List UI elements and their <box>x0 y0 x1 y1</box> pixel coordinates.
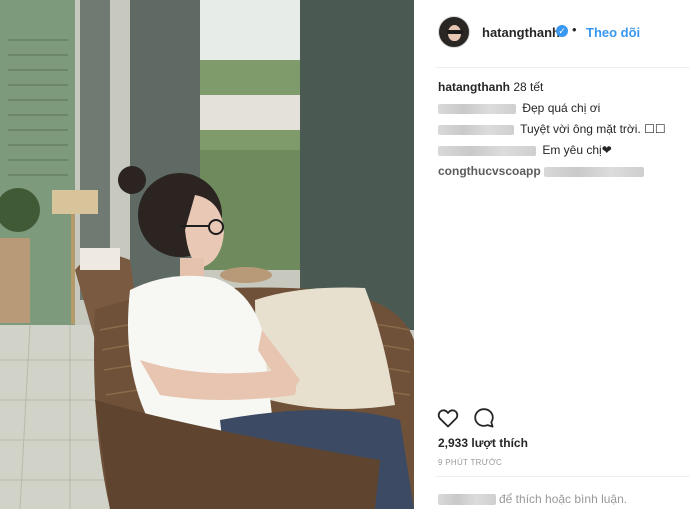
woman-in-wicker-chair-image <box>0 0 414 509</box>
comment-item: Tuyệt vời ông mặt trời. ☐☐ <box>438 121 690 142</box>
comment-bubble-icon[interactable] <box>472 406 496 430</box>
comment-text: Đẹp quá chị ơi <box>522 101 601 115</box>
post-username[interactable]: hatangthanh <box>482 25 560 40</box>
avatar[interactable] <box>438 16 470 48</box>
login-prompt-text: để thích hoặc bình luận. <box>499 492 628 506</box>
comment-item: congthucvscoapp <box>438 163 690 184</box>
bottom-divider <box>436 476 690 477</box>
heart-outline-icon[interactable] <box>436 406 460 430</box>
caption-username[interactable]: hatangthanh <box>438 80 510 94</box>
post-photo[interactable] <box>0 0 414 509</box>
post-side-panel: hatangthanh ✓ • Theo dõi hatangthanh 28 … <box>420 0 700 509</box>
comment-text: Tuyệt vời ông mặt trời. ☐☐ <box>520 122 666 136</box>
likes-count[interactable]: 2,933 lượt thích <box>438 436 528 450</box>
blurred-username <box>438 145 536 156</box>
comments-list: hatangthanh 28 tết Đẹp quá chị ơi Tuyệt … <box>438 79 690 184</box>
blurred-username <box>438 103 516 114</box>
blurred-comment-text <box>544 166 645 177</box>
avatar-sunglasses-shape <box>447 30 463 34</box>
comment-text: Em yêu chị❤ <box>542 143 612 157</box>
verified-badge-icon: ✓ <box>556 25 568 37</box>
blurred-username <box>438 124 514 135</box>
post-actions <box>436 406 536 430</box>
header-divider <box>436 67 690 68</box>
comment-username[interactable]: congthucvscoapp <box>438 164 541 178</box>
login-prompt: để thích hoặc bình luận. <box>438 492 627 506</box>
follow-button[interactable]: Theo dõi <box>586 25 640 40</box>
caption-text: 28 tết <box>513 80 544 94</box>
header-separator: • <box>572 22 577 37</box>
comment-item: Em yêu chị❤ <box>438 142 690 163</box>
caption: hatangthanh 28 tết <box>438 79 690 100</box>
post-timestamp: 9 PHÚT TRƯỚC <box>438 458 503 467</box>
comment-item: Đẹp quá chị ơi <box>438 100 690 121</box>
post-header: hatangthanh ✓ • Theo dõi <box>420 12 690 54</box>
blurred-login-link[interactable] <box>438 494 496 506</box>
